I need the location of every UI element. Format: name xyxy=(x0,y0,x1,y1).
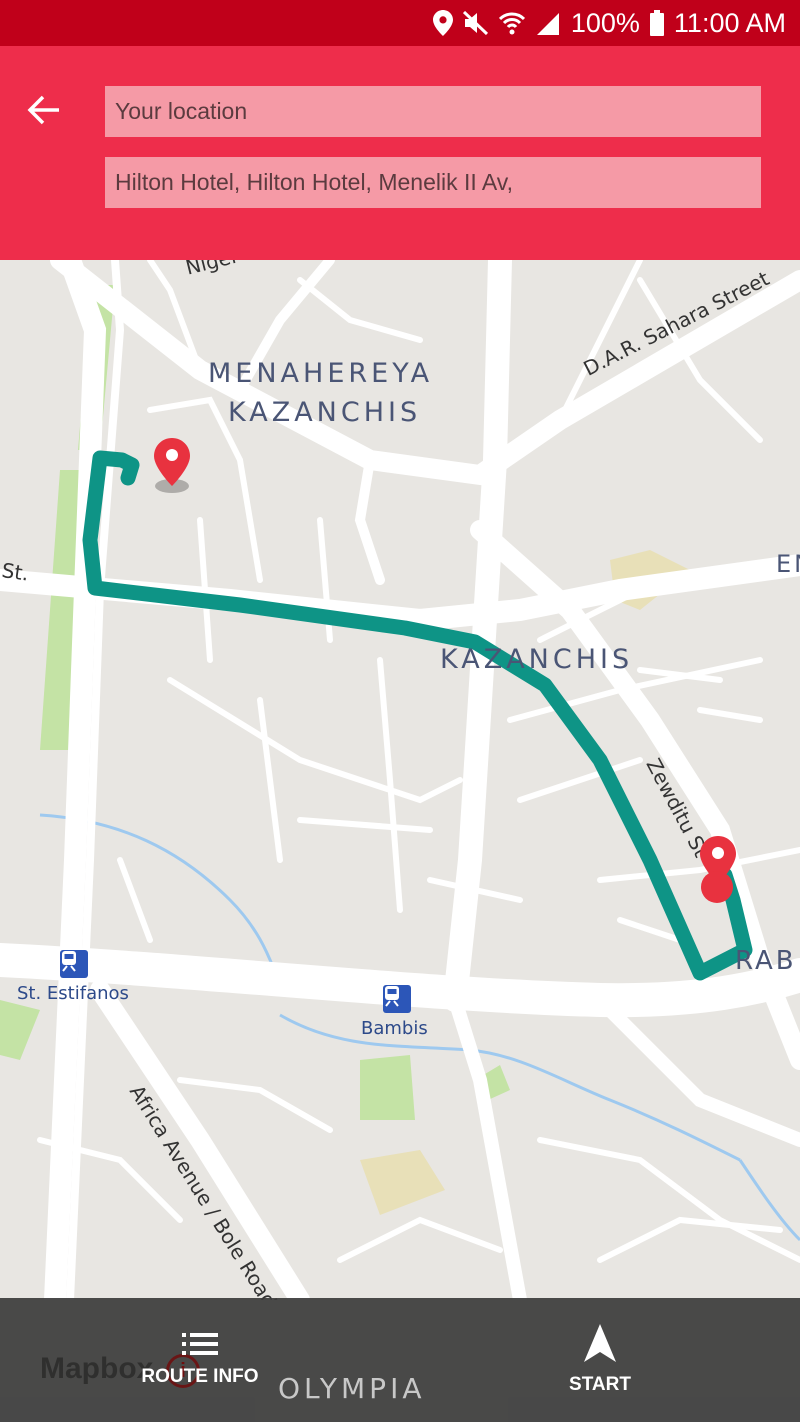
location-icon xyxy=(432,10,453,36)
rail-station-icon xyxy=(60,950,88,978)
wifi-icon xyxy=(498,12,525,35)
station-label-st-estifanos: St. Estifanos xyxy=(17,983,129,1004)
street-label-st: St. xyxy=(0,558,31,586)
status-bar: 100% 11:00 AM xyxy=(0,0,800,46)
start-button[interactable]: START xyxy=(540,1298,660,1422)
back-button[interactable] xyxy=(22,88,66,132)
area-label-kazanchis-north: KAZANCHIS xyxy=(228,397,422,428)
current-location-dot xyxy=(701,871,733,903)
street-label-rab: RAB xyxy=(735,946,797,976)
mute-icon xyxy=(462,11,488,35)
rail-station-icon xyxy=(383,985,411,1013)
battery-icon xyxy=(649,10,664,36)
origin-input[interactable]: Your location xyxy=(105,86,761,137)
start-label: START xyxy=(569,1374,631,1395)
map-view[interactable]: MENAHEREYA KAZANCHIS KAZANCHIS Niger D.A… xyxy=(0,260,800,1300)
route-info-label: ROUTE INFO xyxy=(141,1366,259,1387)
area-label-olympia: OLYMPIA xyxy=(278,1372,426,1405)
route-info-button[interactable]: ROUTE INFO xyxy=(130,1298,270,1422)
battery-percent: 100% xyxy=(570,7,640,38)
navigation-arrow-icon xyxy=(584,1324,616,1362)
clock: 11:00 AM xyxy=(673,7,786,38)
signal-icon xyxy=(536,13,559,35)
area-label-kazanchis: KAZANCHIS xyxy=(440,644,634,675)
destination-input[interactable]: Hilton Hotel, Hilton Hotel, Menelik II A… xyxy=(105,157,761,208)
route-header xyxy=(0,46,800,260)
origin-marker-icon[interactable] xyxy=(150,436,194,500)
arrow-left-icon xyxy=(27,95,59,125)
area-label-menahereya: MENAHEREYA xyxy=(208,358,434,389)
station-label-bambis: Bambis xyxy=(361,1018,428,1039)
list-icon xyxy=(182,1333,218,1355)
street-label-en: EN xyxy=(776,550,800,578)
